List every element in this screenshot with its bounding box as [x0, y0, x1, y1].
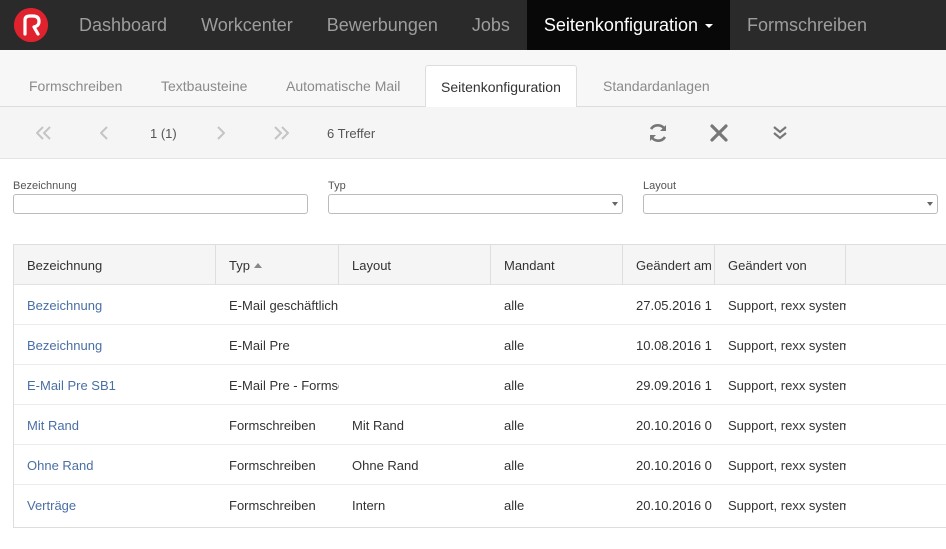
cell-typ: E-Mail geschäftlich: [229, 297, 339, 313]
dropdown-arrow-icon: [927, 202, 933, 206]
nav-jobs[interactable]: Jobs: [455, 0, 527, 50]
col-header-geaendert-von[interactable]: Geändert von: [715, 245, 846, 285]
page-indicator: 1 (1): [150, 125, 177, 141]
cell-geaendert-am: 20.10.2016 0: [636, 497, 712, 513]
cell-geaendert-am: 29.09.2016 1: [636, 377, 712, 393]
filter-bezeichnung-label: Bezeichnung: [13, 180, 77, 192]
table-row[interactable]: E-Mail Pre SB1 E-Mail Pre - Formschreiben…: [14, 365, 946, 405]
cell-mandant: alle: [504, 497, 525, 513]
grid-body: Bezeichnung E-Mail geschäftlich alle 27.05.…: [14, 285, 946, 525]
cell-layout: Ohne Rand: [352, 457, 419, 473]
tab-textbausteine[interactable]: Textbausteine: [146, 65, 262, 107]
cell-geaendert-am: 27.05.2016 1: [636, 297, 712, 313]
col-header-label: Geändert von: [728, 257, 807, 273]
nav-formschreiben[interactable]: Formschreiben: [730, 0, 884, 50]
sort-ascending-icon: [253, 262, 262, 268]
table-row[interactable]: Bezeichnung E-Mail Pre alle 10.08.2016 1 Sup…: [14, 325, 946, 365]
cell-layout: [339, 325, 491, 365]
first-page-icon[interactable]: [36, 107, 52, 159]
nav-dashboard[interactable]: Dashboard: [62, 0, 184, 50]
dropdown-arrow-icon: [612, 202, 618, 206]
col-header-layout[interactable]: Layout: [339, 245, 491, 285]
table-row[interactable]: Bezeichnung E-Mail geschäftlich alle 27.05.…: [14, 285, 946, 325]
filter-typ-label: Typ: [328, 180, 346, 192]
sub-tabs: Formschreiben Textbausteine Automatische…: [0, 50, 946, 108]
tab-automatische-mail[interactable]: Automatische Mail: [271, 65, 415, 107]
col-header-label: Mandant: [504, 257, 555, 273]
cell-layout: [339, 365, 491, 405]
tab-standardanlagen[interactable]: Standardanlagen: [588, 65, 725, 107]
nav-workcenter[interactable]: Workcenter: [184, 0, 310, 50]
table-row[interactable]: Mit Rand Formschreiben Mit Rand alle 20.10.2…: [14, 405, 946, 445]
col-header-label: Typ: [229, 257, 250, 273]
col-header-geaendert-am[interactable]: Geändert am: [623, 245, 715, 285]
cell-typ: Formschreiben: [229, 497, 316, 513]
cell-layout: [339, 285, 491, 325]
cell-geaendert-von: Support, rexx systems: [728, 497, 846, 513]
caret-down-icon: [705, 24, 713, 28]
rexx-logo-icon[interactable]: [14, 8, 48, 42]
nav-seitenkonfiguration-label: Seitenkonfiguration: [543, 14, 698, 35]
table-row[interactable]: Verträge Formschreiben Intern alle 20.10.201…: [14, 485, 946, 525]
cell-typ: E-Mail Pre - Formschreiben: [229, 377, 339, 393]
top-navbar: Dashboard Workcenter Bewerbungen Jobs Se…: [0, 0, 946, 50]
cell-bezeichnung[interactable]: E-Mail Pre SB1: [14, 365, 216, 405]
cell-mandant: alle: [504, 297, 525, 313]
col-header-label: Bezeichnung: [27, 257, 103, 273]
col-header-label: Geändert am: [636, 257, 712, 273]
clear-filter-icon[interactable]: [710, 107, 728, 159]
cell-bezeichnung[interactable]: Mit Rand: [14, 405, 216, 445]
cell-mandant: alle: [504, 417, 525, 433]
expand-filter-icon[interactable]: [772, 107, 788, 159]
cell-layout: Intern: [352, 497, 386, 513]
cell-bezeichnung[interactable]: Verträge: [14, 485, 216, 525]
bezeichnung-input[interactable]: [13, 194, 308, 214]
cell-geaendert-am: 20.10.2016 0: [636, 457, 712, 473]
cell-bezeichnung[interactable]: Bezeichnung: [14, 285, 216, 325]
hits-count: 6 Treffer: [327, 125, 376, 141]
cell-bezeichnung[interactable]: Ohne Rand: [14, 445, 216, 485]
cell-geaendert-von: Support, rexx systems: [728, 377, 846, 393]
col-header-bezeichnung[interactable]: Bezeichnung: [14, 245, 216, 285]
last-page-icon[interactable]: [273, 107, 289, 159]
next-page-icon[interactable]: [216, 107, 225, 159]
col-header-mandant[interactable]: Mandant: [491, 245, 623, 285]
grid-header: Bezeichnung Typ Layout Mandant Geändert …: [14, 245, 946, 285]
nav-bewerbungen[interactable]: Bewerbungen: [310, 0, 455, 50]
filter-bezeichnung: Bezeichnung: [13, 180, 308, 214]
col-header-label: Layout: [352, 257, 392, 273]
data-grid: Bezeichnung Typ Layout Mandant Geändert …: [13, 244, 946, 528]
cell-geaendert-von: Support, rexx systems: [728, 337, 846, 353]
cell-geaendert-von: Support, rexx systems: [728, 297, 846, 313]
nav-seitenkonfiguration[interactable]: Seitenkonfiguration: [526, 0, 730, 50]
prev-page-icon[interactable]: [100, 107, 109, 159]
cell-typ: Formschreiben: [229, 417, 316, 433]
cell-mandant: alle: [504, 377, 525, 393]
cell-geaendert-von: Support, rexx systems: [728, 457, 846, 473]
col-header-typ[interactable]: Typ: [216, 245, 339, 285]
filter-layout: Layout: [643, 180, 938, 214]
layout-select[interactable]: [643, 194, 938, 214]
typ-select[interactable]: [328, 194, 623, 214]
cell-layout: Mit Rand: [352, 417, 405, 433]
refresh-icon[interactable]: [647, 107, 669, 159]
grid-toolbar: 1 (1) 6 Treffer: [0, 107, 946, 159]
cell-mandant: alle: [504, 337, 525, 353]
tab-seitenkonfiguration[interactable]: Seitenkonfiguration: [425, 65, 577, 108]
cell-geaendert-am: 10.08.2016 1: [636, 337, 712, 353]
filter-layout-label: Layout: [643, 180, 677, 192]
tab-formschreiben[interactable]: Formschreiben: [14, 65, 137, 107]
cell-typ: E-Mail Pre: [229, 337, 290, 353]
table-row[interactable]: Ohne Rand Formschreiben Ohne Rand alle 20.10…: [14, 445, 946, 485]
cell-geaendert-von: Support, rexx systems: [728, 417, 846, 433]
filter-typ: Typ: [328, 180, 623, 214]
cell-mandant: alle: [504, 457, 525, 473]
cell-bezeichnung[interactable]: Bezeichnung: [14, 325, 216, 365]
cell-geaendert-am: 20.10.2016 0: [636, 417, 712, 433]
cell-typ: Formschreiben: [229, 457, 316, 473]
